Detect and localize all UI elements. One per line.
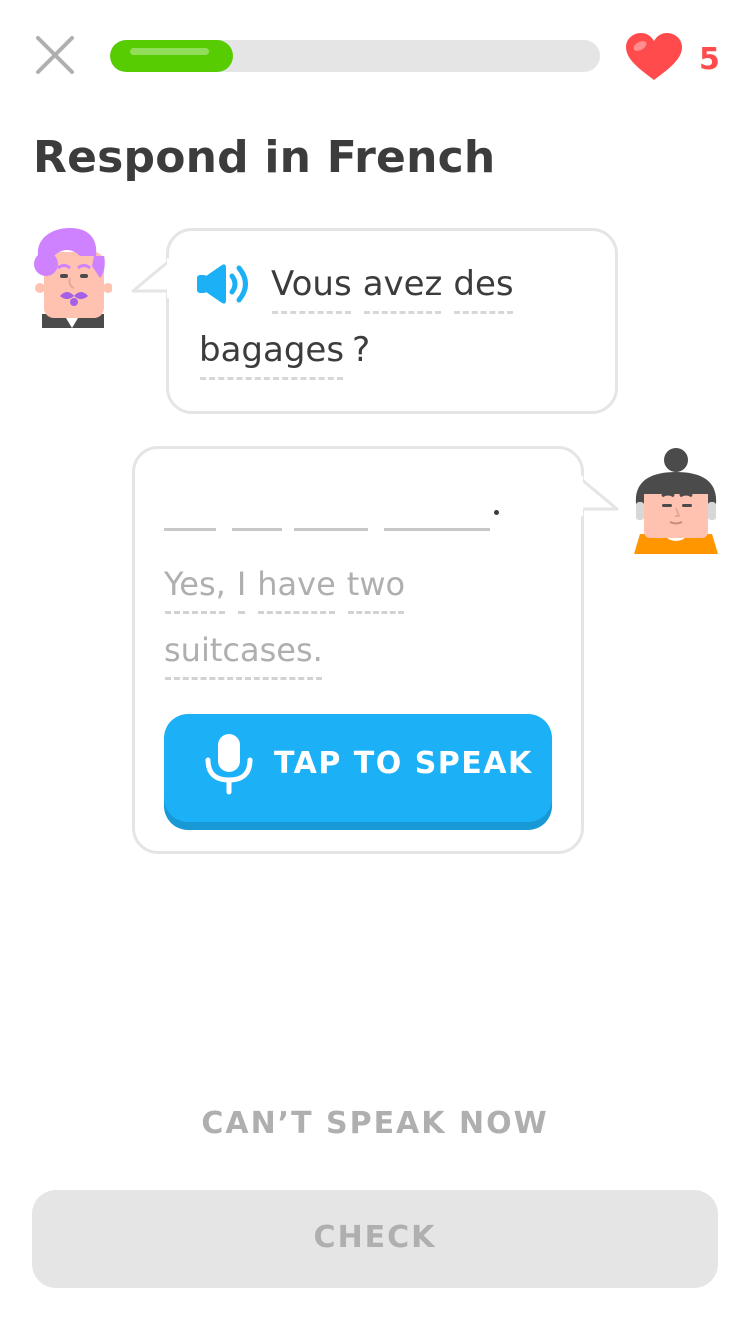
answer-blank (384, 528, 490, 531)
microphone-icon (204, 732, 254, 796)
hint-word[interactable]: have (257, 562, 336, 614)
check-button[interactable]: CHECK (32, 1190, 718, 1288)
hint-word[interactable]: suitcases. (164, 628, 323, 680)
prompt-text-line-1: Vous avez des (271, 262, 514, 314)
prompt-word[interactable]: avez (363, 262, 442, 314)
prompt-bubble (166, 228, 618, 414)
heart-icon (624, 32, 684, 82)
progress-fill (110, 40, 233, 72)
prompt-text-line-2: bagages? (199, 328, 371, 380)
close-icon[interactable] (30, 30, 80, 80)
tap-to-speak-label: TAP TO SPEAK (274, 746, 533, 781)
page-title: Respond in French (33, 132, 496, 183)
response-bubble-tail (578, 476, 619, 516)
answer-blank (232, 528, 282, 531)
answer-end-punctuation (494, 510, 499, 515)
hint-text-line-1: Yes, Ihave two (164, 562, 405, 614)
prompt-bubble-tail (131, 258, 172, 298)
hearts-count: 5 (699, 42, 720, 77)
character-avatar-speaker (32, 226, 113, 332)
hint-word[interactable]: Yes, (164, 562, 226, 614)
hint-word[interactable]: I (237, 562, 246, 614)
answer-blank (294, 528, 368, 531)
tap-to-speak-button[interactable]: TAP TO SPEAK (164, 714, 552, 822)
character-avatar-user (632, 446, 720, 556)
answer-blank (164, 528, 216, 531)
check-label: CHECK (313, 1220, 437, 1255)
progress-shine (130, 48, 209, 55)
hint-word[interactable]: two (347, 562, 405, 614)
cant-speak-now-button[interactable]: CAN’T SPEAK NOW (0, 1104, 750, 1144)
prompt-word[interactable]: Vous (271, 262, 352, 314)
prompt-word[interactable]: des (453, 262, 514, 314)
prompt-punctuation: ? (352, 330, 371, 370)
speaker-icon[interactable] (196, 262, 254, 306)
progress-bar (110, 40, 600, 72)
prompt-word[interactable]: bagages (199, 328, 344, 380)
top-bar: 5 (0, 0, 750, 112)
hint-text-line-2: suitcases. (164, 628, 323, 680)
